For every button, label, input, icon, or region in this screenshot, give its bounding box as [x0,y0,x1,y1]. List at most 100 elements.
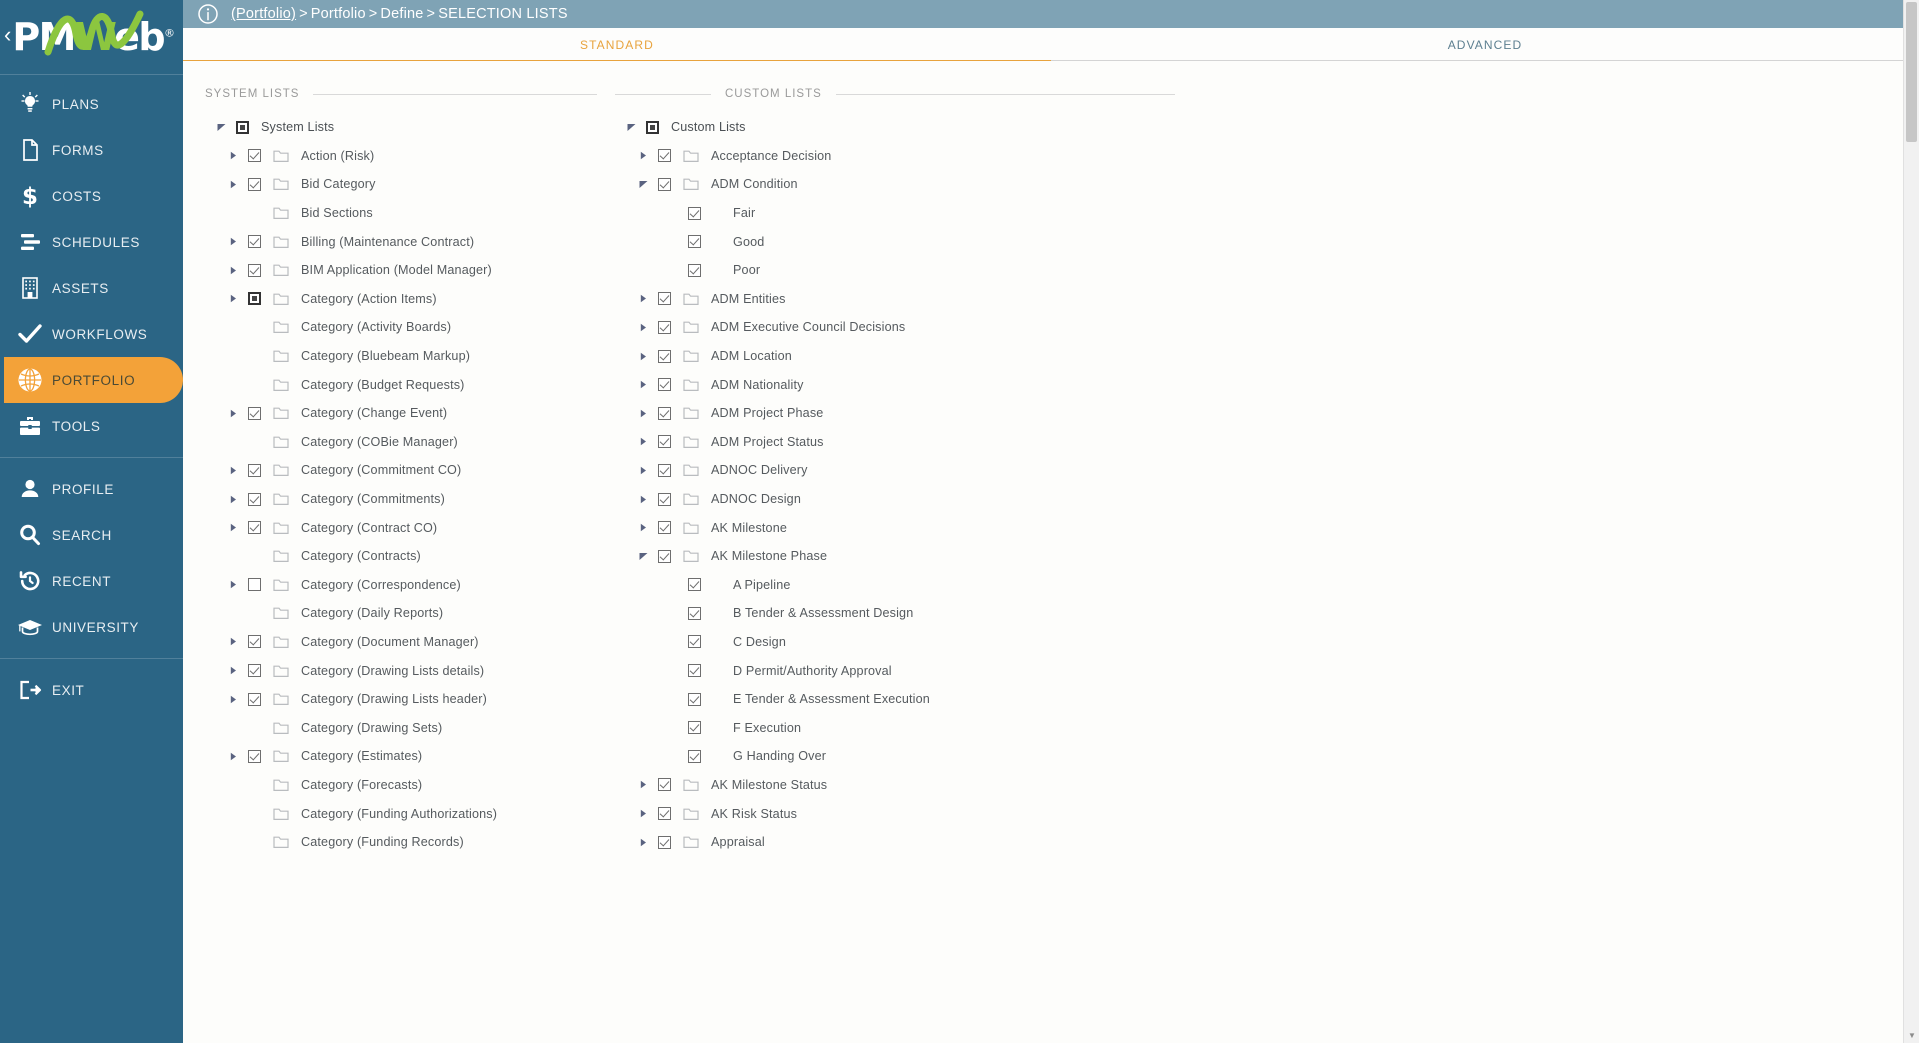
tree-checkbox[interactable] [681,578,707,592]
sidebar-item-university[interactable]: UNIVERSITY [0,604,183,650]
sidebar-item-schedules[interactable]: SCHEDULES [0,219,183,265]
chevron-right-icon[interactable] [635,466,651,475]
chevron-down-icon[interactable] [635,552,651,561]
tree-row[interactable]: Category (Estimates) [205,742,597,771]
tree-root-row[interactable]: System Lists [205,113,597,142]
tree-checkbox[interactable] [651,149,677,163]
scroll-down-arrow-icon[interactable]: ▼ [1904,1027,1919,1043]
chevron-down-icon[interactable] [623,123,639,132]
tree-row[interactable]: Poor [615,256,1175,285]
tree-row[interactable]: G Handing Over [615,742,1175,771]
tree-row[interactable]: D Permit/Authority Approval [615,656,1175,685]
tree-checkbox[interactable] [241,149,267,163]
tree-checkbox[interactable] [229,120,255,134]
tree-row[interactable]: Category (Commitments) [205,485,597,514]
chevron-right-icon[interactable] [635,809,651,818]
tree-row[interactable]: Good [615,227,1175,256]
tree-checkbox[interactable] [241,406,267,420]
tree-checkbox[interactable] [241,692,267,706]
tree-row[interactable]: C Design [615,628,1175,657]
tree-checkbox[interactable] [241,463,267,477]
chevron-right-icon[interactable] [635,352,651,361]
tree-row[interactable]: ADM Project Phase [615,399,1175,428]
tree-row[interactable]: BIM Application (Model Manager) [205,256,597,285]
chevron-right-icon[interactable] [635,380,651,389]
sidebar-item-tools[interactable]: TOOLS [0,403,183,449]
tree-row[interactable]: Category (Bluebeam Markup) [205,342,597,371]
tree-row[interactable]: ADM Executive Council Decisions [615,313,1175,342]
tree-row[interactable]: B Tender & Assessment Design [615,599,1175,628]
chevron-right-icon[interactable] [225,495,241,504]
tree-row[interactable]: Action (Risk) [205,142,597,171]
tree-row[interactable]: Category (Daily Reports) [205,599,597,628]
tree-checkbox[interactable] [681,664,707,678]
app-logo[interactable]: ‹ PMWeb® [0,0,183,74]
tree-row[interactable]: Category (Drawing Sets) [205,713,597,742]
tree-checkbox[interactable] [651,406,677,420]
tree-row[interactable]: F Execution [615,713,1175,742]
chevron-right-icon[interactable] [225,266,241,275]
sidebar-item-workflows[interactable]: WORKFLOWS [0,311,183,357]
chevron-right-icon[interactable] [225,752,241,761]
tree-row[interactable]: ADM Condition [615,170,1175,199]
chevron-down-icon[interactable] [213,123,229,132]
tree-checkbox[interactable] [681,749,707,763]
sidebar-item-plans[interactable]: PLANS [0,81,183,127]
tree-checkbox[interactable] [651,378,677,392]
tree-row[interactable]: Fair [615,199,1175,228]
tree-row[interactable]: Bid Sections [205,199,597,228]
tree-checkbox[interactable] [651,292,677,306]
tree-checkbox[interactable] [681,721,707,735]
tree-row[interactable]: Category (Activity Boards) [205,313,597,342]
tree-checkbox[interactable] [651,549,677,563]
chevron-right-icon[interactable] [635,294,651,303]
sidebar-item-recent[interactable]: RECENT [0,558,183,604]
tree-row[interactable]: Acceptance Decision [615,142,1175,171]
scrollbar-thumb[interactable] [1906,2,1917,142]
sidebar-item-forms[interactable]: FORMS [0,127,183,173]
tree-row[interactable]: Bid Category [205,170,597,199]
chevron-right-icon[interactable] [225,294,241,303]
tree-row[interactable]: AK Milestone Status [615,771,1175,800]
tree-checkbox[interactable] [241,521,267,535]
tree-row[interactable]: ADM Location [615,342,1175,371]
sidebar-item-portfolio[interactable]: PORTFOLIO [4,357,183,403]
tree-checkbox[interactable] [241,292,267,306]
chevron-right-icon[interactable] [225,180,241,189]
chevron-right-icon[interactable] [635,495,651,504]
tree-row[interactable]: ADM Project Status [615,428,1175,457]
chevron-right-icon[interactable] [635,151,651,160]
tree-row[interactable]: Category (Action Items) [205,285,597,314]
tree-row[interactable]: AK Risk Status [615,799,1175,828]
tree-row[interactable]: Category (COBie Manager) [205,428,597,457]
tree-checkbox[interactable] [651,349,677,363]
chevron-right-icon[interactable] [225,409,241,418]
chevron-right-icon[interactable] [225,637,241,646]
tree-row[interactable]: Category (Correspondence) [205,571,597,600]
sidebar-item-exit[interactable]: EXIT [0,667,183,713]
chevron-right-icon[interactable] [635,838,651,847]
tree-checkbox[interactable] [651,521,677,535]
tree-row[interactable]: Category (Funding Authorizations) [205,799,597,828]
sidebar-item-profile[interactable]: PROFILE [0,466,183,512]
chevron-right-icon[interactable] [225,666,241,675]
breadcrumb-root-link[interactable]: (Portfolio) [231,6,296,22]
tree-checkbox[interactable] [651,435,677,449]
tree-row[interactable]: ADNOC Design [615,485,1175,514]
tree-row[interactable]: Category (Budget Requests) [205,370,597,399]
tree-row[interactable]: Billing (Maintenance Contract) [205,227,597,256]
tree-row[interactable]: Category (Contract CO) [205,513,597,542]
tab-advanced[interactable]: ADVANCED [1051,28,1919,61]
chevron-right-icon[interactable] [225,466,241,475]
tree-row[interactable]: Category (Drawing Lists details) [205,656,597,685]
tree-checkbox[interactable] [681,206,707,220]
tree-checkbox[interactable] [681,635,707,649]
page-scrollbar[interactable]: ▲ ▼ [1903,0,1919,1043]
tree-row[interactable]: Category (Forecasts) [205,771,597,800]
tree-checkbox[interactable] [241,664,267,678]
tree-checkbox[interactable] [681,263,707,277]
tree-checkbox[interactable] [241,578,267,592]
sidebar-item-assets[interactable]: ASSETS [0,265,183,311]
tree-checkbox[interactable] [241,177,267,191]
tree-row[interactable]: Category (Funding Records) [205,828,597,857]
